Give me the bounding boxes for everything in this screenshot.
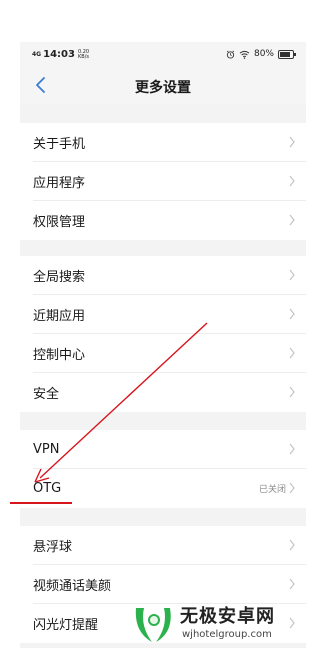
settings-item-global-search[interactable]: 全局搜索 — [20, 256, 306, 295]
settings-item-label: 闪光灯提醒 — [33, 618, 99, 633]
phone-screen: 4G 14:03 0.20 KB/s 80% 更多设置 关于手机 应用程序 权限… — [20, 42, 306, 648]
chevron-right-icon — [289, 214, 295, 226]
chevron-right-icon — [289, 482, 295, 494]
settings-item-about-phone[interactable]: 关于手机 — [20, 123, 306, 162]
settings-group-1: 关于手机 应用程序 权限管理 — [20, 123, 306, 240]
otg-status: 已关闭 — [258, 485, 286, 495]
settings-item-label: 安全 — [33, 387, 60, 402]
settings-item-apps[interactable]: 应用程序 — [20, 162, 306, 201]
alarm-icon — [226, 50, 235, 59]
chevron-right-icon — [289, 347, 295, 359]
battery-icon — [278, 49, 296, 59]
settings-item-label: VPN — [33, 442, 60, 457]
settings-item-vpn[interactable]: VPN — [20, 430, 306, 469]
settings-item-label: 应用程序 — [33, 176, 86, 191]
nav-bar: 更多设置 — [20, 68, 306, 104]
network-speed-unit: KB/s — [78, 53, 90, 60]
chevron-right-icon — [289, 136, 295, 148]
network-speed: 0.20 KB/s — [78, 49, 90, 60]
watermark: 无极安卓网 wjhotelgroup.com — [130, 598, 320, 648]
battery-percent: 80% — [253, 49, 274, 59]
settings-item-label: 视频通话美颜 — [33, 579, 112, 594]
settings-item-label: 控制中心 — [33, 348, 86, 363]
chevron-right-icon — [289, 308, 295, 320]
settings-item-label: 悬浮球 — [33, 540, 73, 555]
chevron-right-icon — [289, 386, 295, 398]
page-title: 更多设置 — [135, 80, 191, 96]
settings-item-label: 全局搜索 — [33, 270, 86, 285]
wifi-icon — [239, 50, 250, 59]
settings-item-security[interactable]: 安全 — [20, 373, 306, 412]
chevron-right-icon — [289, 578, 295, 590]
settings-group-3: VPN OTG 已关闭 — [20, 430, 306, 508]
settings-group-2: 全局搜索 近期应用 控制中心 安全 — [20, 256, 306, 412]
settings-item-control-center[interactable]: 控制中心 — [20, 334, 306, 373]
battery-fill — [280, 51, 290, 57]
watermark-logo-icon — [135, 608, 171, 642]
chevron-right-icon — [289, 443, 295, 455]
otg-highlight-underline — [10, 502, 72, 504]
settings-item-label: 权限管理 — [33, 215, 86, 230]
settings-item-label: OTG — [33, 481, 62, 496]
chevron-right-icon — [289, 269, 295, 281]
chevron-right-icon — [289, 175, 295, 187]
settings-item-floating-ball[interactable]: 悬浮球 — [20, 526, 306, 565]
network-type: 4G — [32, 50, 42, 58]
settings-item-recent-apps[interactable]: 近期应用 — [20, 295, 306, 334]
settings-item-permissions[interactable]: 权限管理 — [20, 201, 306, 240]
status-bar: 4G 14:03 0.20 KB/s 80% — [20, 42, 306, 68]
chevron-right-icon — [289, 539, 295, 551]
watermark-url: wjhotelgroup.com — [182, 629, 272, 640]
clock: 14:03 — [43, 49, 75, 60]
settings-item-label: 近期应用 — [33, 309, 86, 324]
watermark-title: 无极安卓网 — [180, 606, 275, 627]
settings-item-label: 关于手机 — [33, 137, 86, 152]
